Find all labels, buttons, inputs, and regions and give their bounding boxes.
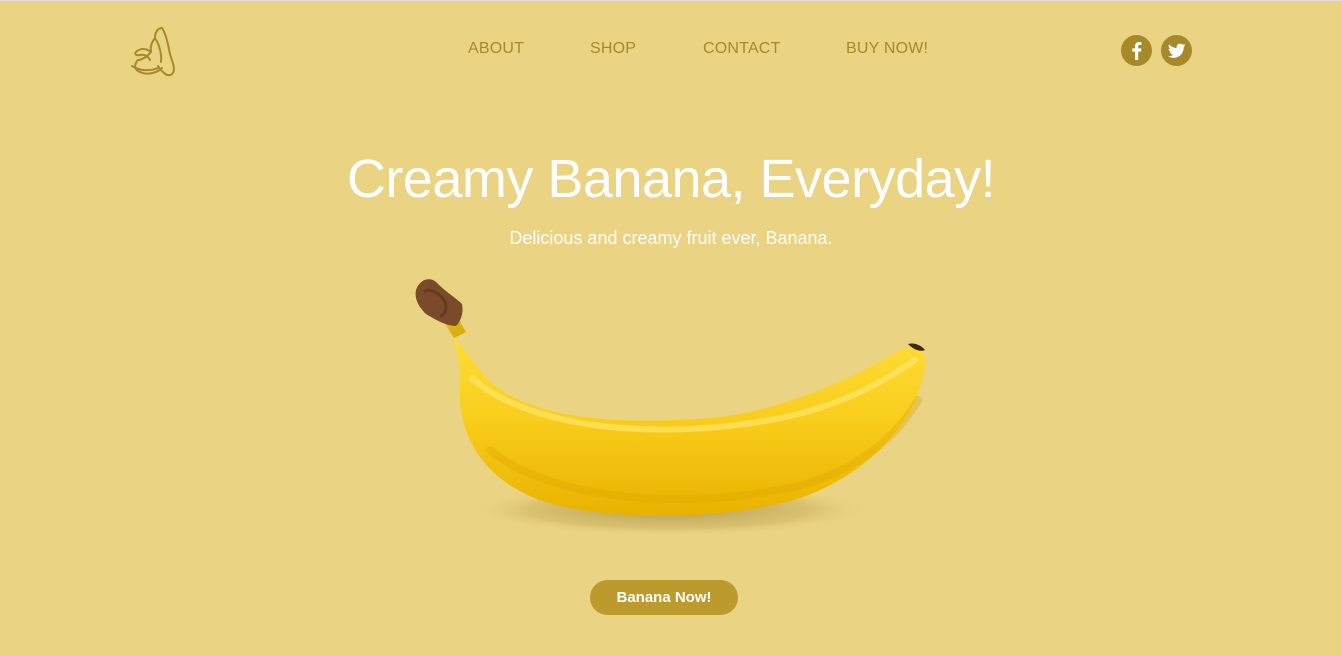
banana-now-button[interactable]: Banana Now! — [590, 580, 738, 615]
twitter-icon[interactable] — [1161, 35, 1192, 66]
hero-subtitle: Delicious and creamy fruit ever, Banana. — [509, 228, 833, 248]
top-border — [0, 0, 1342, 1]
nav-contact-link[interactable]: CONTACT — [703, 40, 781, 58]
nav-shop-link[interactable]: SHOP — [590, 40, 636, 58]
banana-image — [380, 270, 940, 550]
nav-buy-now-link[interactable]: BUY NOW! — [846, 40, 928, 58]
hero-title: Creamy Banana, Everyday! — [346, 149, 996, 209]
nav-about-link[interactable]: ABOUT — [468, 40, 524, 58]
facebook-icon[interactable] — [1121, 35, 1152, 66]
